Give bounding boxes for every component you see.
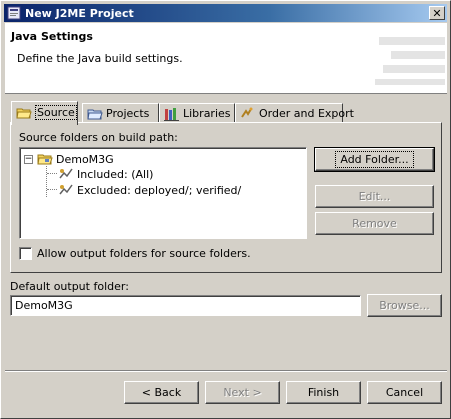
order-export-icon	[240, 107, 256, 121]
edit-button[interactable]: Edit...	[315, 185, 434, 208]
tab-projects[interactable]: Projects	[82, 103, 159, 123]
cancel-button[interactable]: Cancel	[367, 381, 442, 404]
browse-label: Browse...	[379, 299, 430, 312]
tab-libraries-label: Libraries	[183, 107, 231, 120]
allow-output-folders-checkbox[interactable]	[19, 247, 32, 260]
back-label: < Back	[141, 386, 182, 399]
page-title: Java Settings	[11, 30, 93, 43]
tree-item-excluded[interactable]: Excluded: deployed/; verified/	[58, 182, 241, 198]
libraries-icon	[164, 107, 180, 121]
back-button[interactable]: < Back	[124, 381, 199, 404]
close-button[interactable]: ✕	[429, 6, 445, 20]
inclusion-filter-icon	[58, 167, 74, 181]
next-label: Next >	[223, 386, 262, 399]
eclipse-app-icon	[6, 5, 22, 21]
source-folder-icon	[16, 106, 32, 120]
tree-connector	[47, 173, 57, 174]
footer-separator	[5, 370, 447, 372]
cancel-label: Cancel	[385, 386, 424, 399]
browse-button[interactable]: Browse...	[367, 294, 442, 317]
tab-libraries[interactable]: Libraries	[159, 103, 235, 123]
tree-item-project[interactable]: − DemoM3G	[24, 151, 114, 167]
tree-item-label: Included: (All)	[77, 167, 154, 181]
tab-order-export[interactable]: Order and Export	[235, 103, 354, 123]
finish-label: Finish	[307, 386, 340, 399]
tab-order-export-label: Order and Export	[259, 107, 354, 120]
allow-output-folders-option[interactable]: Allow output folders for source folders.	[19, 247, 251, 260]
tree-item-label: Excluded: deployed/; verified/	[77, 183, 242, 197]
tab-projects-label: Projects	[106, 107, 150, 120]
source-folders-tree[interactable]: − DemoM3G Included: (All) Excluded: depl…	[19, 147, 307, 239]
page-description: Define the Java build settings.	[17, 52, 183, 65]
next-button[interactable]: Next >	[205, 381, 280, 404]
tab-source[interactable]: Source	[11, 101, 78, 125]
finish-button[interactable]: Finish	[286, 381, 361, 404]
wizard-header: Java Settings Define the Java build sett…	[5, 23, 447, 94]
tree-item-included[interactable]: Included: (All)	[58, 166, 153, 182]
tab-source-label: Source	[35, 105, 77, 120]
default-output-folder-label: Default output folder:	[10, 280, 129, 293]
title-bar[interactable]: New J2ME Project ✕	[4, 4, 447, 22]
remove-button[interactable]: Remove	[315, 212, 434, 235]
close-icon: ✕	[432, 6, 442, 20]
projects-icon	[87, 107, 103, 121]
header-banner-graphic	[372, 37, 447, 87]
source-folders-label: Source folders on build path:	[19, 131, 178, 144]
tree-item-label: DemoM3G	[56, 152, 114, 166]
exclusion-filter-icon	[58, 183, 74, 197]
collapse-icon[interactable]: −	[24, 154, 33, 164]
edit-label: Edit...	[358, 190, 391, 203]
tree-connector	[47, 189, 57, 190]
default-output-folder-field[interactable]: DemoM3G	[10, 295, 361, 316]
source-tab-panel: Source folders on build path: − DemoM3G …	[10, 122, 442, 273]
window-title: New J2ME Project	[25, 6, 134, 20]
add-folder-label: Add Folder...	[335, 151, 414, 168]
remove-label: Remove	[352, 217, 397, 230]
dialog-window: New J2ME Project ✕ Java Settings Define …	[0, 0, 451, 419]
source-folder-icon	[37, 152, 53, 166]
add-folder-button[interactable]: Add Folder...	[314, 147, 435, 172]
allow-output-folders-label: Allow output folders for source folders.	[37, 247, 251, 260]
tree-connector	[46, 166, 47, 197]
